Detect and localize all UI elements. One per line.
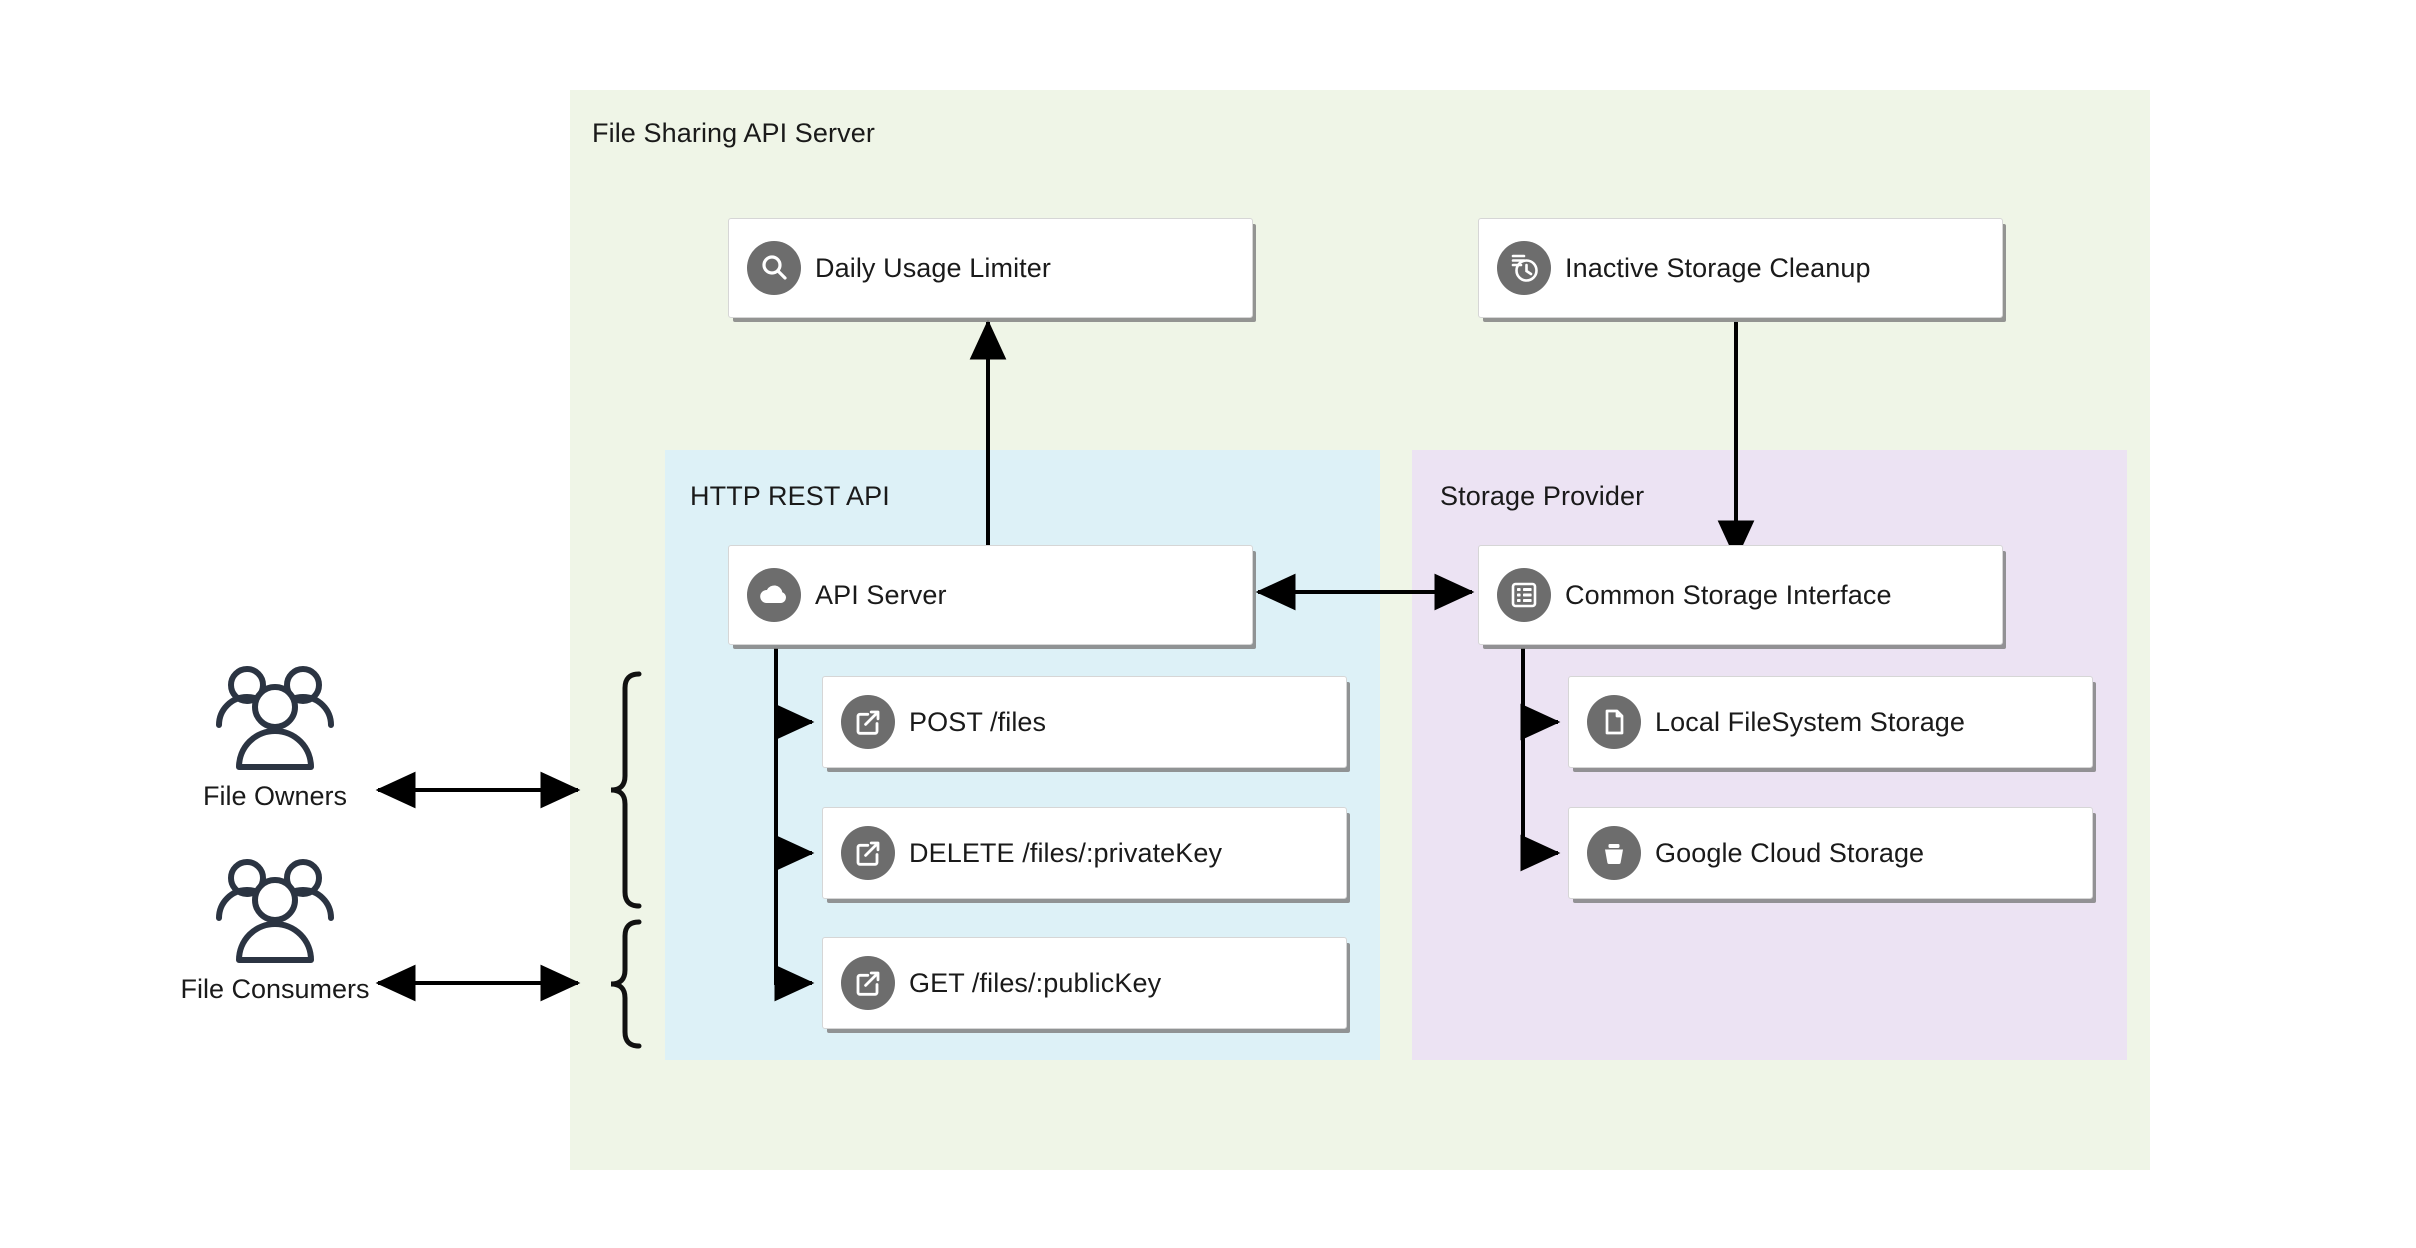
panel-title-storage-provider: Storage Provider [1440,481,1645,511]
node-label-daily-usage-limiter: Daily Usage Limiter [815,252,1051,283]
actor-file-consumers: File Consumers [165,848,385,1005]
search-icon [747,241,801,295]
cloud-icon [747,568,801,622]
list-icon [1497,568,1551,622]
diagram-canvas: File Sharing API Server HTTP REST API St… [0,0,2416,1248]
node-label-inactive-storage-cleanup: Inactive Storage Cleanup [1565,252,1871,283]
node-daily-usage-limiter[interactable]: Daily Usage Limiter [728,218,1253,318]
node-google-cloud-storage[interactable]: Google Cloud Storage [1568,807,2093,899]
document-icon [1587,695,1641,749]
node-label-get-files-public-key: GET /files/:publicKey [909,967,1162,998]
node-label-post-files: POST /files [909,706,1047,737]
node-common-storage-interface[interactable]: Common Storage Interface [1478,545,2003,645]
history-clock-icon [1497,241,1551,295]
actor-label-file-owners: File Owners [202,781,348,811]
users-group-icon [165,655,385,775]
actor-label-file-consumers: File Consumers [180,974,370,1004]
node-api-server[interactable]: API Server [728,545,1253,645]
node-inactive-storage-cleanup[interactable]: Inactive Storage Cleanup [1478,218,2003,318]
node-get-files-public-key[interactable]: GET /files/:publicKey [822,937,1347,1029]
node-label-api-server: API Server [815,579,947,610]
node-label-local-filesystem-storage: Local FileSystem Storage [1655,706,1966,737]
panel-title-file-sharing-api-server: File Sharing API Server [592,118,875,148]
external-link-icon [841,956,895,1010]
node-local-filesystem-storage[interactable]: Local FileSystem Storage [1568,676,2093,768]
users-group-icon [165,848,385,968]
node-delete-files-private-key[interactable]: DELETE /files/:privateKey [822,807,1347,899]
node-label-delete-files-private-key: DELETE /files/:privateKey [909,837,1223,868]
actor-file-owners: File Owners [165,655,385,812]
node-label-google-cloud-storage: Google Cloud Storage [1655,837,1925,868]
panel-title-http-rest-api: HTTP REST API [690,481,890,511]
external-link-icon [841,695,895,749]
node-label-common-storage-interface: Common Storage Interface [1565,579,1892,610]
bucket-icon [1587,826,1641,880]
external-link-icon [841,826,895,880]
node-post-files[interactable]: POST /files [822,676,1347,768]
